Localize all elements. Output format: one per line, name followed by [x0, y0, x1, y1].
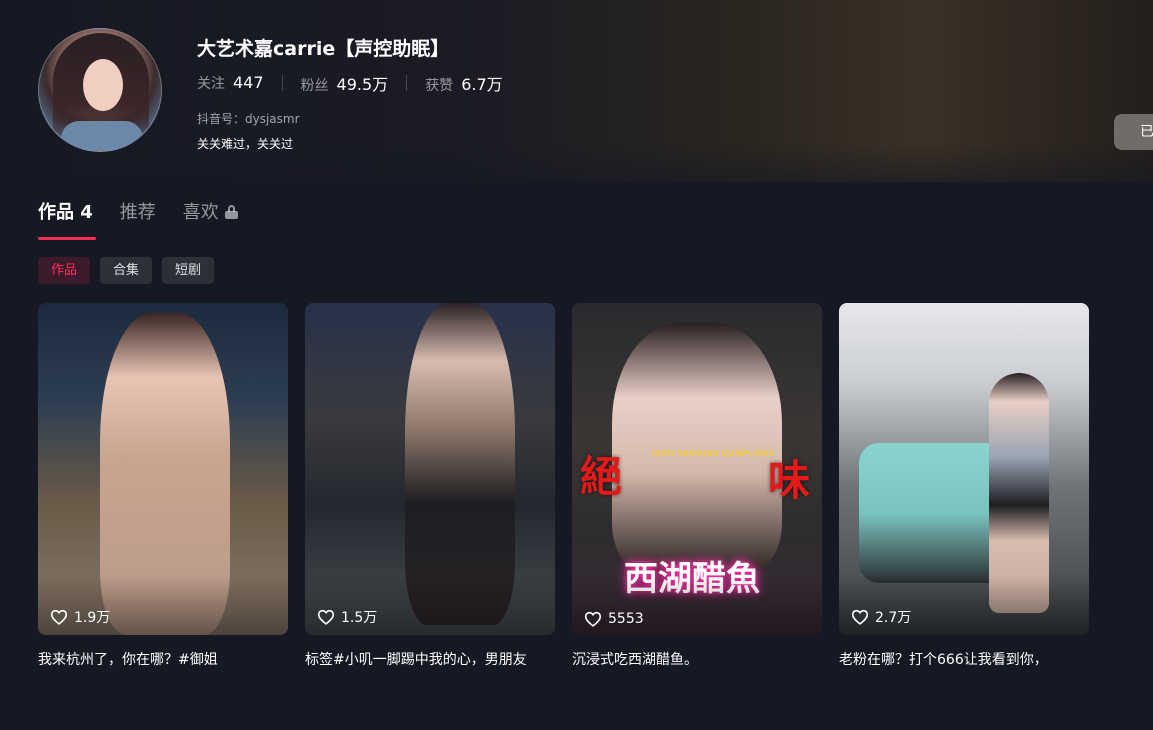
- lock-icon: [224, 205, 238, 219]
- followed-button[interactable]: 已: [1114, 114, 1153, 150]
- video-thumbnail[interactable]: 2.7万: [839, 303, 1089, 635]
- thumbnail-overlay-title: 西湖醋魚: [624, 559, 760, 599]
- tab-likes-label: 喜欢: [182, 202, 219, 223]
- stat-likes-value: 6.7万: [461, 75, 503, 94]
- video-thumbnail[interactable]: 1.9万: [38, 303, 288, 635]
- video-likes-count: 1.9万: [74, 610, 111, 626]
- thumbnail-overlay-char-left: 絕: [580, 452, 623, 501]
- thumbnail-figure: [405, 303, 515, 625]
- video-caption[interactable]: 老粉在哪？打个666让我看到你，: [839, 649, 1089, 669]
- chip-short-dramas[interactable]: 短剧: [162, 257, 215, 284]
- stat-divider: [281, 75, 283, 91]
- active-tab-indicator: [38, 237, 96, 240]
- filter-chips: 作品 合集 短剧: [38, 257, 215, 284]
- video-caption[interactable]: 标签#小叽一脚踢中我的心，男朋友: [305, 649, 555, 669]
- profile-stats: 关注 447 粉丝 49.5万 获赞 6.7万: [197, 71, 503, 95]
- thumbnail-figure: [612, 323, 782, 573]
- chip-works[interactable]: 作品: [38, 257, 91, 284]
- heart-icon: [50, 609, 68, 625]
- video-likes-count: 2.7万: [875, 610, 912, 626]
- heart-icon: [584, 611, 602, 627]
- douyin-id: 抖音号：dysjasmr: [197, 112, 300, 126]
- video-likes-count: 5553: [608, 611, 644, 627]
- stat-likes-label: 获赞: [425, 78, 454, 94]
- avatar-clothing: [61, 121, 143, 151]
- stat-likes: 获赞 6.7万: [425, 71, 502, 95]
- video-grid: 1.9万 我来杭州了，你在哪？#御姐 1.5万 标签#小叽一脚踢中我的心，男朋友…: [38, 303, 1089, 669]
- video-card[interactable]: 絕 味 HIGH SEASONS DUMPLINGS 西湖醋魚 5553 沉浸式…: [572, 303, 822, 669]
- stat-following-value: 447: [233, 73, 264, 92]
- avatar-face: [83, 59, 123, 111]
- heart-icon: [317, 609, 335, 625]
- video-thumbnail[interactable]: 1.5万: [305, 303, 555, 635]
- video-likes: 1.9万: [50, 607, 110, 627]
- stat-following-label: 关注: [197, 76, 225, 92]
- profile-bio: 关关难过，关关过: [197, 137, 294, 151]
- video-likes: 2.7万: [851, 607, 911, 627]
- stat-followers-value: 49.5万: [336, 75, 389, 94]
- tab-likes[interactable]: 喜欢: [183, 198, 238, 224]
- tab-recommend-label: 推荐: [119, 202, 156, 223]
- video-likes: 5553: [584, 611, 644, 627]
- tab-works-label: 作品 4: [38, 202, 93, 223]
- stat-divider: [406, 75, 408, 91]
- video-likes-count: 1.5万: [341, 610, 378, 626]
- stat-followers[interactable]: 粉丝 49.5万: [301, 71, 389, 95]
- tab-works[interactable]: 作品 4: [38, 198, 93, 224]
- stat-following[interactable]: 关注 447: [197, 73, 264, 93]
- thumbnail-overlay-small-text: HIGH SEASONS DUMPLINGS: [652, 449, 775, 458]
- video-likes: 1.5万: [317, 607, 377, 627]
- thumbnail-figure: [989, 373, 1049, 613]
- profile-tabs: 作品 4 推荐 喜欢: [38, 198, 265, 224]
- heart-icon: [851, 609, 869, 625]
- video-card[interactable]: 1.9万 我来杭州了，你在哪？#御姐: [38, 303, 288, 669]
- video-caption[interactable]: 沉浸式吃西湖醋鱼。: [572, 649, 822, 669]
- chip-collections[interactable]: 合集: [100, 257, 153, 284]
- profile-avatar[interactable]: [38, 28, 162, 152]
- stat-followers-label: 粉丝: [300, 78, 329, 94]
- video-caption[interactable]: 我来杭州了，你在哪？#御姐: [38, 649, 288, 669]
- thumbnail-figure: [100, 313, 230, 635]
- profile-header-banner: [0, 0, 1153, 182]
- video-card[interactable]: 2.7万 老粉在哪？打个666让我看到你，: [839, 303, 1089, 669]
- video-card[interactable]: 1.5万 标签#小叽一脚踢中我的心，男朋友: [305, 303, 555, 669]
- video-thumbnail[interactable]: 絕 味 HIGH SEASONS DUMPLINGS 西湖醋魚 5553: [572, 303, 822, 635]
- profile-nickname: 大艺术嘉carrie【声控助眠】: [197, 38, 450, 60]
- tab-recommend[interactable]: 推荐: [120, 198, 156, 224]
